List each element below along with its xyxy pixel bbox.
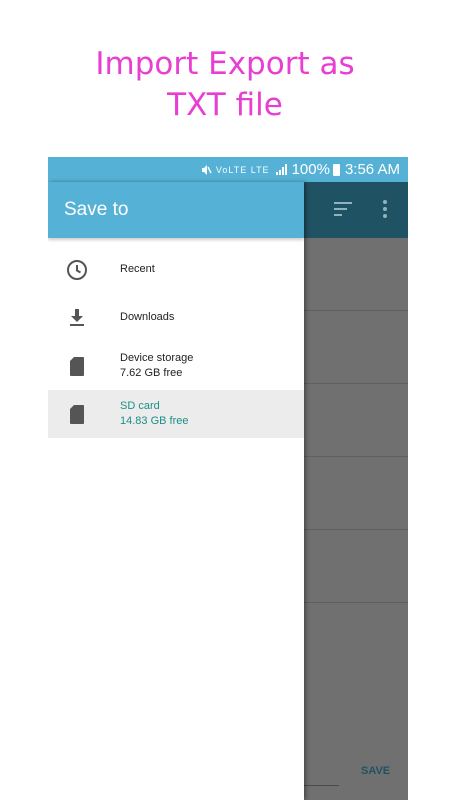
list-divider (304, 383, 408, 384)
save-to-drawer: Save to Recent Downloads Device storage … (48, 182, 304, 800)
drawer-item-label: SD card (120, 400, 160, 412)
promo-line-2: TXT file (167, 87, 283, 123)
drawer-item-sd-card[interactable]: SD card 14.83 GB free (48, 390, 304, 438)
drawer-item-label: Downloads (120, 311, 175, 323)
download-icon (70, 309, 84, 326)
battery-percent: 100% (291, 161, 330, 178)
phone-screen: VoLTE LTE 100% 3:56 AM SAVE Save to Rece… (48, 157, 408, 800)
drawer-title: Save to (48, 182, 304, 238)
clock-time: 3:56 AM (344, 161, 400, 178)
list-divider (304, 456, 408, 457)
status-bar: VoLTE LTE 100% 3:56 AM (48, 157, 408, 182)
drawer-item-downloads[interactable]: Downloads (48, 294, 304, 342)
mute-icon (201, 164, 212, 175)
list-divider (304, 529, 408, 530)
signal-icon (275, 164, 287, 175)
promo-line-1: Import Export as (95, 46, 355, 82)
promo-caption: Import Export as TXT file (0, 44, 450, 126)
sort-icon[interactable] (334, 202, 352, 216)
list-divider (304, 602, 408, 603)
drawer-item-label: Device storage (120, 352, 194, 364)
sd-card-icon (70, 357, 84, 376)
drawer-item-label: Recent (120, 263, 155, 275)
sd-card-icon (70, 405, 84, 424)
drawer-item-subtitle: 14.83 GB free (120, 415, 189, 427)
drawer-item-subtitle: 7.62 GB free (120, 367, 183, 379)
save-button[interactable]: SAVE (361, 765, 390, 777)
clock-icon (67, 260, 87, 280)
list-divider (304, 310, 408, 311)
drawer-item-recent[interactable]: Recent (48, 246, 304, 294)
filename-underline (304, 785, 339, 786)
more-vert-icon[interactable] (383, 200, 387, 221)
drawer-item-device-storage[interactable]: Device storage 7.62 GB free (48, 342, 304, 390)
network-icons: VoLTE LTE (215, 164, 270, 175)
battery-icon (332, 163, 340, 176)
